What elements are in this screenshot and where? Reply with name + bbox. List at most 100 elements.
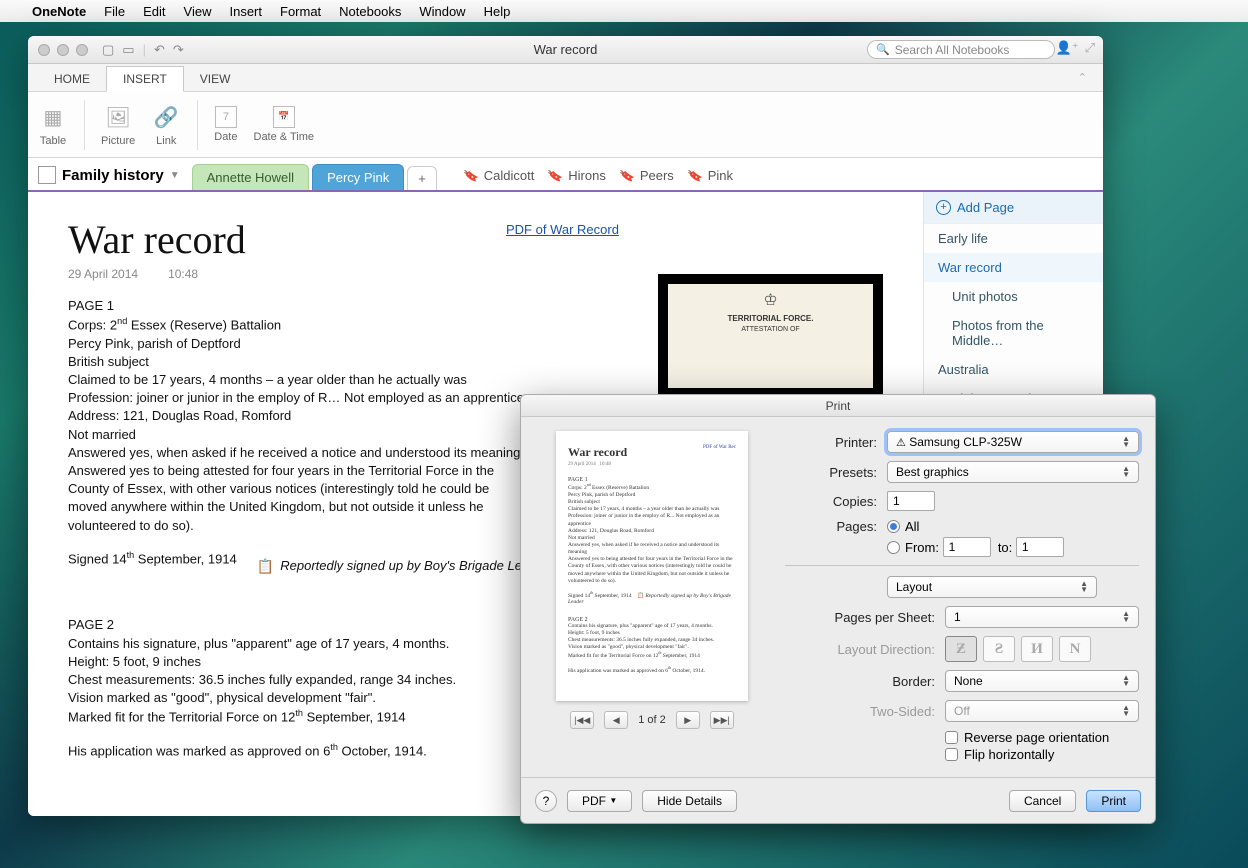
quicknote-caldicott[interactable]: 🔖Caldicott <box>464 168 535 183</box>
redo-icon[interactable]: ↷ <box>173 42 184 58</box>
cancel-button[interactable]: Cancel <box>1009 790 1076 812</box>
select-arrows-icon: ▲▼ <box>1122 705 1130 716</box>
fullscreen-icon[interactable]: ⤢ <box>1085 40 1095 56</box>
prev-page-button[interactable]: ◀ <box>604 711 628 729</box>
page-item-early-life[interactable]: Early life <box>924 224 1103 253</box>
first-page-button[interactable]: |◀◀ <box>570 711 594 729</box>
quick-access-toolbar: ▢ ▭ | ↶ ↷ <box>102 42 184 58</box>
flip-horizontally-checkbox[interactable] <box>945 748 958 761</box>
menu-window[interactable]: Window <box>419 4 465 19</box>
plus-icon: + <box>936 200 951 215</box>
copies-input[interactable] <box>887 491 935 511</box>
pdf-button[interactable]: PDF ▼ <box>567 790 632 812</box>
print-button[interactable]: Print <box>1086 790 1141 812</box>
table-icon: ▦ <box>38 102 68 132</box>
last-page-button[interactable]: ▶▶| <box>710 711 734 729</box>
ribbon-link[interactable]: 🔗Link <box>151 102 181 147</box>
undo-icon[interactable]: ↶ <box>154 42 165 58</box>
tag-icon: 🔖 <box>463 167 480 183</box>
menu-format[interactable]: Format <box>280 4 321 19</box>
tab-insert[interactable]: INSERT <box>106 66 184 92</box>
twosided-select[interactable]: Off ▲▼ <box>945 700 1139 722</box>
quicknote-peers[interactable]: 🔖Peers <box>620 168 674 183</box>
select-arrows-icon: ▲▼ <box>1122 436 1130 447</box>
share-icon[interactable]: 👤⁺ <box>1056 40 1079 56</box>
dialog-title: Print <box>521 395 1155 417</box>
notetag-icon: 📋 <box>257 557 274 577</box>
link-icon: 🔗 <box>151 102 181 132</box>
section-add-button[interactable]: + <box>407 166 437 190</box>
tab-view[interactable]: VIEW <box>184 67 247 91</box>
collapse-ribbon-icon[interactable]: ⌃ <box>1078 71 1087 84</box>
notebook-selector[interactable]: Family history ▼ <box>38 166 180 184</box>
tag-icon: 🔖 <box>547 167 564 183</box>
border-select[interactable]: None ▲▼ <box>945 670 1139 692</box>
page-indicator: 1 of 2 <box>638 714 666 726</box>
page-title[interactable]: War record <box>68 216 883 263</box>
window-controls <box>28 44 88 56</box>
layout-dir-2[interactable]: Ƨ <box>983 636 1015 662</box>
ribbon-tabs: HOME INSERT VIEW ⌃ <box>28 64 1103 92</box>
layout-dir-1[interactable]: Ƶ <box>945 636 977 662</box>
add-page-button[interactable]: + Add Page <box>924 192 1103 224</box>
quicknote-pink[interactable]: 🔖Pink <box>688 168 733 183</box>
notebook-bar: Family history ▼ Annette Howell Percy Pi… <box>28 158 1103 192</box>
reverse-orientation-checkbox[interactable] <box>945 731 958 744</box>
pages-all-radio[interactable] <box>887 520 900 533</box>
pages-per-sheet-select[interactable]: 1 ▲▼ <box>945 606 1139 628</box>
minimize-window[interactable] <box>57 44 69 56</box>
layout-section-select[interactable]: Layout ▲▼ <box>887 576 1097 598</box>
ribbon-datetime[interactable]: 📅Date & Time <box>254 106 315 143</box>
pages-from-input[interactable] <box>943 537 991 557</box>
close-window[interactable] <box>38 44 50 56</box>
zoom-window[interactable] <box>76 44 88 56</box>
menubar: OneNote File Edit View Insert Format Not… <box>0 0 1248 22</box>
select-arrows-icon: ▲▼ <box>1122 675 1130 686</box>
tab-home[interactable]: HOME <box>38 67 106 91</box>
ribbon: ▦Table 🖼Picture 🔗Link 7Date 📅Date & Time <box>28 92 1103 158</box>
chevron-down-icon: ▼ <box>170 170 180 181</box>
select-arrows-icon: ▲▼ <box>1080 581 1088 592</box>
note-tag[interactable]: 📋 Reportedly signed up by Boy's Brigade … <box>257 557 548 577</box>
app-menu[interactable]: OneNote <box>32 4 86 19</box>
embedded-image[interactable]: ♔ <box>658 274 883 398</box>
dialog-footer: ? PDF ▼ Hide Details Cancel Print <box>521 777 1155 823</box>
presets-select[interactable]: Best graphics ▲▼ <box>887 461 1139 483</box>
layout-dir-4[interactable]: N <box>1059 636 1091 662</box>
pdf-link[interactable]: PDF of War Record <box>506 222 619 237</box>
menu-file[interactable]: File <box>104 4 125 19</box>
datetime-icon: 📅 <box>273 106 295 128</box>
ribbon-date[interactable]: 7Date <box>214 106 237 143</box>
help-button[interactable]: ? <box>535 790 557 812</box>
quicknote-hirons[interactable]: 🔖Hirons <box>548 168 606 183</box>
page-item-australia[interactable]: Australia <box>924 355 1103 384</box>
print-settings: Printer: ⚠ Samsung CLP-325W ▲▼ Presets: … <box>785 431 1139 771</box>
printer-select[interactable]: ⚠ Samsung CLP-325W ▲▼ <box>887 431 1139 453</box>
page-item-photos-middle[interactable]: Photos from the Middle… <box>924 311 1103 355</box>
print-preview: PDF of War Rec War record 29 April 2014 … <box>537 431 767 771</box>
menu-insert[interactable]: Insert <box>229 4 262 19</box>
next-page-button[interactable]: ▶ <box>676 711 700 729</box>
layout-dir-3[interactable]: И <box>1021 636 1053 662</box>
page-item-war-record[interactable]: War record <box>924 253 1103 282</box>
ribbon-table[interactable]: ▦Table <box>38 102 68 147</box>
toolbar-icon[interactable]: ▭ <box>122 42 134 58</box>
search-input[interactable]: Search All Notebooks <box>867 40 1055 59</box>
preview-nav: |◀◀ ◀ 1 of 2 ▶ ▶▶| <box>570 711 734 729</box>
ribbon-picture[interactable]: 🖼Picture <box>101 102 135 147</box>
print-dialog: Print PDF of War Rec War record 29 April… <box>520 394 1156 824</box>
toolbar-icon[interactable]: ▢ <box>102 42 114 58</box>
section-tab-percy[interactable]: Percy Pink <box>312 164 404 190</box>
tag-icon: 🔖 <box>687 167 704 183</box>
section-tab-annette[interactable]: Annette Howell <box>192 164 309 190</box>
hide-details-button[interactable]: Hide Details <box>642 790 737 812</box>
page-item-unit-photos[interactable]: Unit photos <box>924 282 1103 311</box>
menu-view[interactable]: View <box>184 4 212 19</box>
notebook-icon <box>38 166 56 184</box>
menu-notebooks[interactable]: Notebooks <box>339 4 401 19</box>
menu-edit[interactable]: Edit <box>143 4 165 19</box>
pages-from-radio[interactable] <box>887 541 900 554</box>
preview-page: PDF of War Rec War record 29 April 2014 … <box>556 431 748 701</box>
pages-to-input[interactable] <box>1016 537 1064 557</box>
menu-help[interactable]: Help <box>484 4 511 19</box>
